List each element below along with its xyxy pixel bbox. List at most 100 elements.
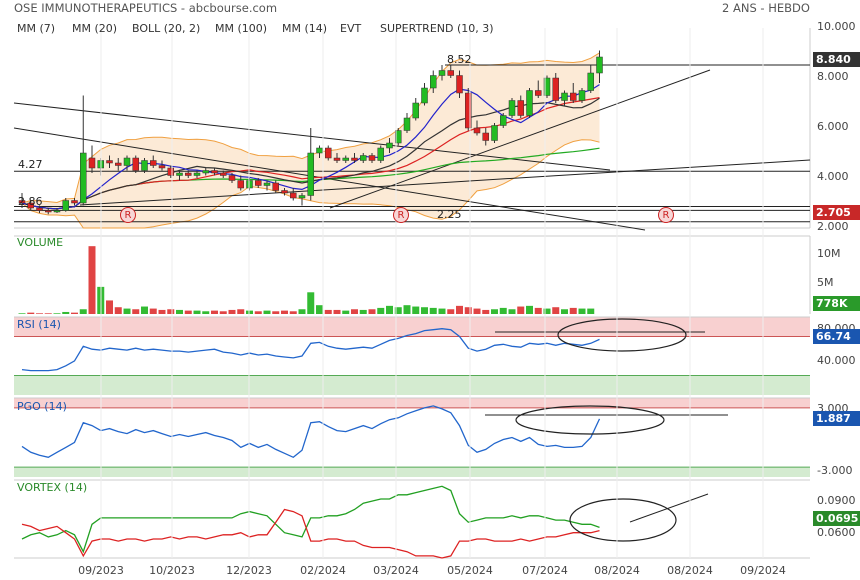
volume-bar (534, 307, 542, 314)
volume-bar (377, 307, 385, 314)
volume-bar (447, 309, 455, 314)
pgo-upper-zone (14, 398, 810, 408)
candle-body (132, 157, 139, 171)
candle-body (167, 167, 174, 176)
volume-bar (263, 310, 271, 314)
candle-body (587, 72, 594, 91)
candle-body (272, 182, 279, 191)
vortex-minus-line (21, 508, 600, 559)
candle-body (552, 77, 559, 101)
candle-body (158, 165, 166, 169)
volume-bar (281, 310, 288, 314)
candle-body (578, 90, 586, 101)
candle-body (316, 147, 323, 154)
volume-bar (473, 308, 481, 314)
volume-bar (254, 311, 262, 314)
chart-period: 2 ANS - HEBDO (722, 1, 810, 15)
volume-bar (149, 308, 157, 314)
candle-body (53, 210, 61, 213)
candle-body (228, 175, 236, 181)
volume-bar (123, 308, 131, 314)
pgo-line (21, 405, 601, 459)
volume-bar (386, 305, 393, 314)
volume-bar (62, 311, 70, 314)
pgo-lower-zone (14, 467, 810, 477)
x-tick-label: 08/2024 (667, 564, 713, 577)
volume-bar (193, 310, 201, 314)
candle-body (290, 192, 297, 199)
vortex-circle-annotation (569, 498, 677, 542)
price-tick: 2.000 (817, 220, 849, 233)
volume-bar (272, 311, 280, 314)
candle-body (255, 180, 262, 186)
candle-body (500, 115, 507, 126)
r-marker: R (120, 207, 136, 223)
volume-bar (114, 307, 122, 314)
candle-body (115, 162, 122, 166)
legend-evt: EVT (340, 22, 362, 35)
candle-body (360, 155, 367, 161)
legend-mm100: MM (100) (215, 22, 268, 35)
volume-bar (587, 308, 595, 314)
pgo-tick: -3.000 (817, 464, 853, 477)
high-label: 8.52 (447, 53, 472, 66)
volume-bar (289, 311, 297, 314)
candle-body (176, 172, 183, 176)
volume-bar (202, 311, 210, 314)
candle-body (596, 56, 603, 74)
volume-bar (237, 309, 245, 314)
volume-bar (403, 305, 411, 314)
volume-bar (578, 308, 586, 314)
candle-body (526, 90, 533, 116)
volume-bar (106, 300, 113, 314)
candle-body (123, 157, 131, 166)
candle-body (438, 70, 446, 76)
legend-mm7: MM (7) (17, 22, 56, 35)
candle-body (535, 90, 542, 96)
volume-bar (324, 309, 332, 314)
volume-tick: 10M (817, 247, 841, 260)
candle-body (351, 157, 358, 161)
volume-title: VOLUME (17, 236, 64, 249)
pgo-circle-annotation (515, 405, 665, 435)
support-badge: 2.705 (813, 205, 860, 220)
volume-bar (342, 310, 350, 314)
rsi-title: RSI (14) (17, 318, 61, 331)
volume-bar (36, 313, 43, 314)
candle-body (307, 152, 314, 196)
volume-bar (359, 309, 367, 314)
volume-bar (552, 307, 560, 314)
pgo-panel (14, 397, 810, 477)
candle-body (456, 75, 463, 94)
candle-body (193, 172, 201, 176)
candle-body (386, 142, 393, 149)
volume-bar (18, 313, 26, 314)
candle-body (473, 127, 481, 134)
volume-bar (368, 309, 376, 314)
vortex-badge: 0.0695 (813, 511, 860, 526)
candle-body (211, 170, 218, 174)
candle-body (447, 70, 454, 76)
rsi-badge: 66.74 (813, 329, 860, 344)
candle-body (430, 75, 437, 89)
candle-body (237, 180, 244, 189)
volume-bar (211, 310, 218, 314)
candle-body (421, 87, 428, 104)
volume-bar (141, 306, 148, 314)
volume-tick: 5M (817, 276, 834, 289)
volume-bar (158, 309, 166, 314)
candle-body (377, 147, 384, 161)
volume-bar (27, 312, 35, 314)
volume-bar (517, 306, 525, 314)
volume-bar (561, 309, 568, 314)
price-panel (13, 28, 811, 231)
volume-bar (307, 292, 315, 314)
r-marker: R (393, 207, 409, 223)
vortex-tick: 0.0900 (817, 494, 856, 507)
candle-body (281, 190, 288, 194)
volume-bar (421, 307, 428, 314)
x-tick-label: 05/2024 (447, 564, 493, 577)
vortex-trend-line (629, 493, 709, 523)
volume-bar (569, 307, 577, 314)
volume-bar (482, 309, 490, 314)
